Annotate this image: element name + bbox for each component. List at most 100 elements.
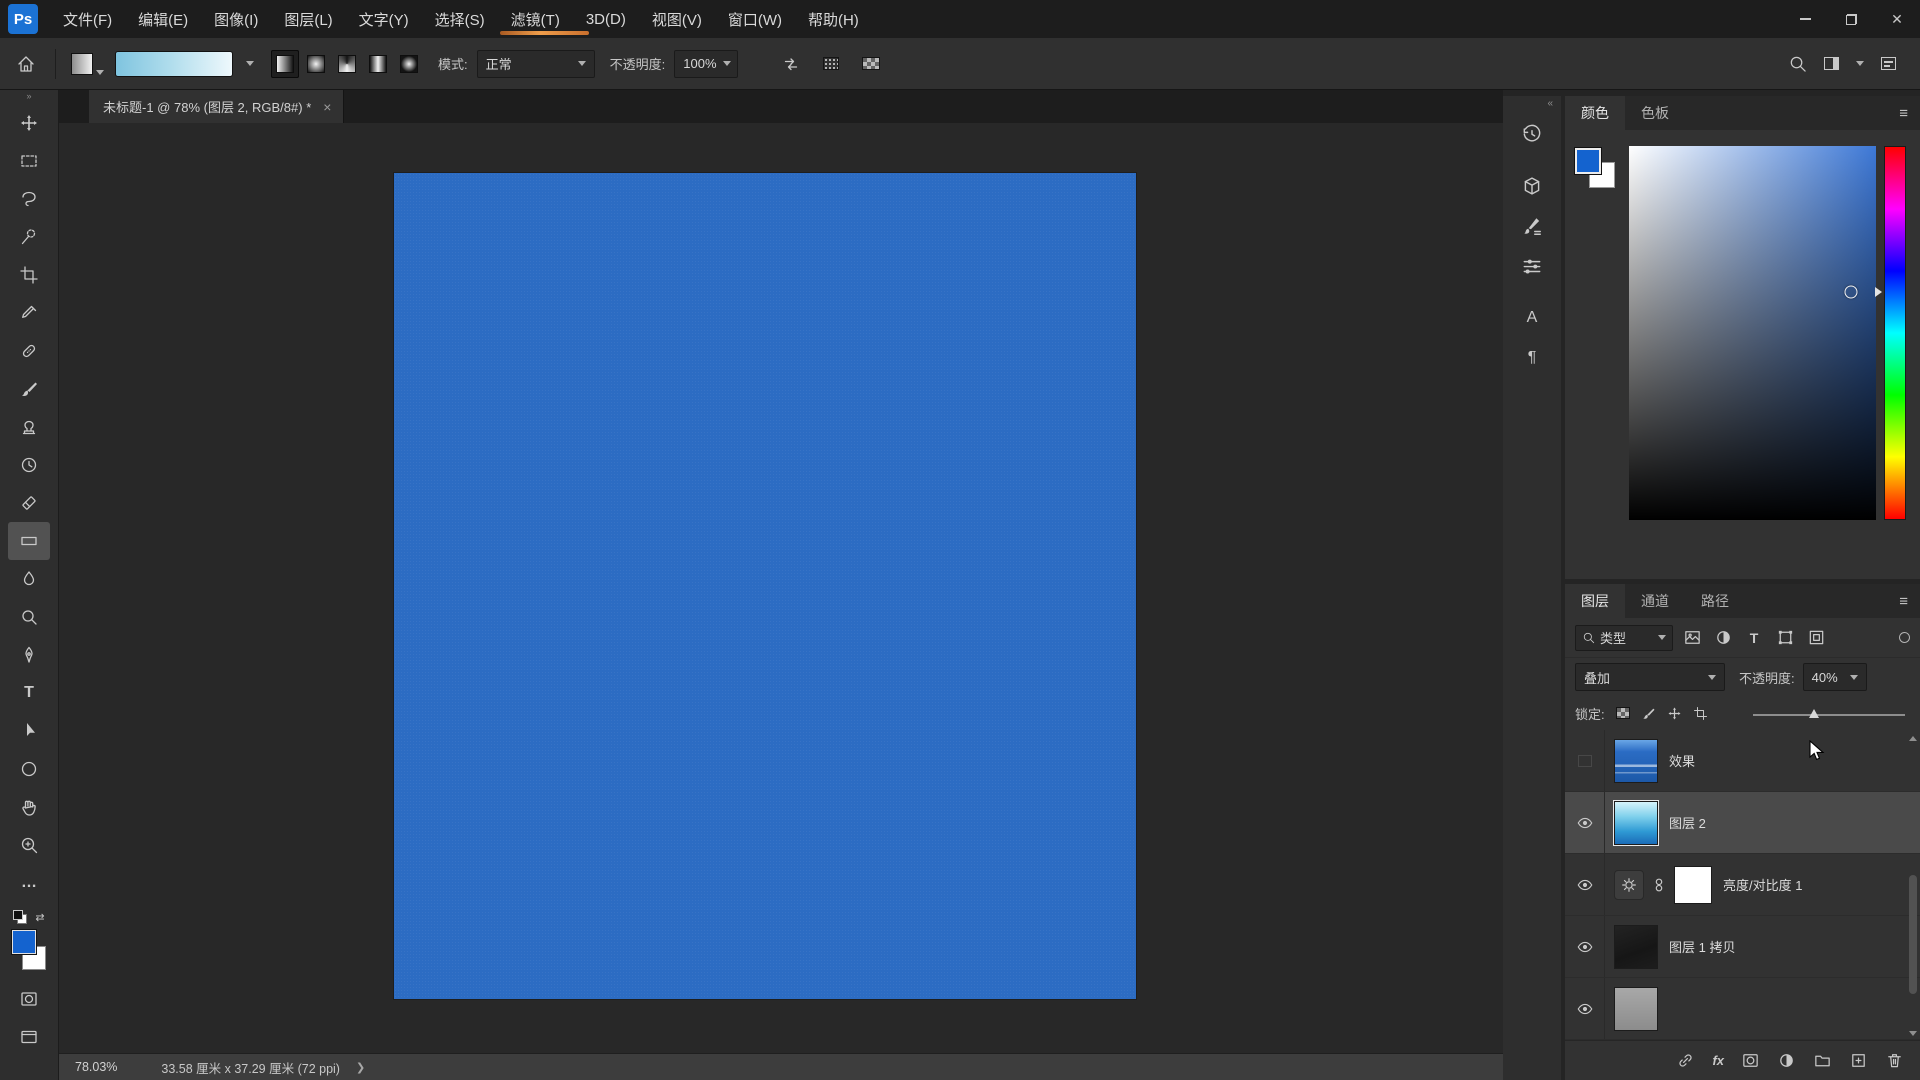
tool-preset-picker[interactable]	[69, 51, 106, 77]
tab-layers[interactable]: 图层	[1565, 584, 1625, 618]
angle-gradient-button[interactable]	[333, 50, 361, 78]
layer-visibility-toggle[interactable]	[1565, 978, 1605, 1039]
transparency-toggle[interactable]	[855, 48, 887, 80]
document-tab[interactable]: 未标题-1 @ 78% (图层 2, RGB/8#) * ×	[89, 90, 344, 123]
ellipse-tool[interactable]	[8, 750, 50, 788]
gradient-tool[interactable]	[8, 522, 50, 560]
blend-mode-select[interactable]: 正常	[477, 50, 595, 78]
hue-slider[interactable]	[1884, 146, 1906, 520]
scroll-down-icon[interactable]	[1909, 1031, 1917, 1036]
path-selection-tool[interactable]	[8, 712, 50, 750]
layers-opacity-slider-thumb[interactable]	[1809, 709, 1819, 718]
marquee-tool[interactable]	[8, 142, 50, 180]
add-layer-mask-button[interactable]	[1741, 1051, 1760, 1070]
filter-smart-objects-button[interactable]	[1804, 626, 1828, 650]
home-button[interactable]	[10, 48, 42, 80]
eyedropper-tool[interactable]	[8, 294, 50, 332]
pen-tool[interactable]	[8, 636, 50, 674]
layer-visibility-toggle[interactable]	[1565, 730, 1605, 791]
screen-mode-button[interactable]	[8, 1018, 50, 1056]
hand-tool[interactable]	[8, 788, 50, 826]
menu-edit[interactable]: 编辑(E)	[125, 0, 201, 38]
minimize-button[interactable]	[1782, 0, 1828, 38]
filter-pixel-layers-button[interactable]	[1680, 626, 1704, 650]
radial-gradient-button[interactable]	[302, 50, 330, 78]
layer-row-layer1-copy[interactable]: 图层 1 拷贝	[1565, 916, 1920, 978]
expand-panels-icon[interactable]: «	[1503, 96, 1561, 114]
reverse-toggle[interactable]	[775, 48, 807, 80]
move-tool[interactable]	[8, 104, 50, 142]
eraser-tool[interactable]	[8, 484, 50, 522]
workspace-switcher-icon[interactable]	[1881, 57, 1896, 70]
reflected-gradient-button[interactable]	[364, 50, 392, 78]
filter-type-layers-button[interactable]: T	[1742, 626, 1766, 650]
tab-paths[interactable]: 路径	[1685, 584, 1745, 618]
layer-thumbnail[interactable]	[1614, 925, 1658, 969]
status-options-chevron[interactable]: ❯	[356, 1061, 365, 1074]
layer-blend-mode-select[interactable]: 叠加	[1575, 663, 1725, 691]
new-adjustment-layer-button[interactable]	[1777, 1051, 1796, 1070]
edit-toolbar-button[interactable]: …	[8, 864, 50, 902]
scrollbar-track[interactable]	[1909, 744, 1917, 1028]
dodge-tool[interactable]	[8, 598, 50, 636]
history-brush-tool[interactable]	[8, 446, 50, 484]
layer-visibility-toggle[interactable]	[1565, 854, 1605, 915]
layer-row-effects[interactable]: 效果	[1565, 730, 1920, 792]
menu-filter[interactable]: 滤镜(T)	[498, 0, 573, 38]
toolbar-expand-icon[interactable]: »	[0, 90, 58, 104]
panel-layout-icon[interactable]	[1824, 57, 1839, 70]
menu-3d[interactable]: 3D(D)	[573, 0, 639, 38]
scroll-up-icon[interactable]	[1909, 736, 1917, 741]
tab-color[interactable]: 颜色	[1565, 96, 1625, 130]
opacity-slider-track[interactable]	[1753, 714, 1905, 716]
saturation-brightness-field[interactable]	[1629, 146, 1876, 520]
hue-slider-marker[interactable]	[1875, 287, 1882, 297]
panel-history-button[interactable]	[1512, 114, 1552, 154]
menu-select[interactable]: 选择(S)	[422, 0, 498, 38]
link-layers-button[interactable]	[1676, 1051, 1695, 1070]
lock-artboard-button[interactable]	[1693, 706, 1708, 721]
new-group-button[interactable]	[1813, 1051, 1832, 1070]
filter-shape-layers-button[interactable]	[1773, 626, 1797, 650]
opacity-slider[interactable]	[1753, 709, 1905, 721]
healing-brush-tool[interactable]	[8, 332, 50, 370]
menu-layer[interactable]: 图层(L)	[271, 0, 345, 38]
quick-selection-tool[interactable]	[8, 218, 50, 256]
foreground-color-swatch[interactable]	[1575, 148, 1601, 174]
layer-row-partial[interactable]	[1565, 978, 1920, 1040]
tab-channels[interactable]: 通道	[1625, 584, 1685, 618]
layer-thumbnail[interactable]	[1614, 739, 1658, 783]
layer-opacity-select[interactable]: 40%	[1803, 663, 1867, 691]
layer-visibility-toggle[interactable]	[1565, 916, 1605, 977]
mask-link-icon[interactable]	[1653, 876, 1665, 894]
menu-file[interactable]: 文件(F)	[50, 0, 125, 38]
panel-brush-settings-button[interactable]	[1512, 206, 1552, 246]
delete-layer-button[interactable]	[1885, 1051, 1904, 1070]
layer-visibility-toggle[interactable]	[1565, 792, 1605, 853]
layer-filter-select[interactable]: 类型	[1575, 625, 1673, 651]
clone-stamp-tool[interactable]	[8, 408, 50, 446]
panel-paragraph-button[interactable]: ¶	[1512, 338, 1552, 378]
zoom-tool[interactable]	[8, 826, 50, 864]
chevron-down-icon[interactable]	[1856, 61, 1864, 66]
filter-on-off-toggle[interactable]	[1899, 632, 1910, 643]
panel-menu-icon[interactable]: ≡	[1899, 584, 1920, 618]
lock-position-button[interactable]	[1667, 706, 1682, 721]
layers-scrollbar[interactable]	[1907, 734, 1919, 1038]
layer-name[interactable]: 效果	[1669, 751, 1695, 770]
zoom-level-field[interactable]: 78.03%	[75, 1060, 117, 1074]
panel-character-button[interactable]: A	[1512, 298, 1552, 338]
close-button[interactable]: ✕	[1874, 0, 1920, 38]
menu-image[interactable]: 图像(I)	[201, 0, 271, 38]
restore-button[interactable]	[1828, 0, 1874, 38]
opacity-select[interactable]: 100%	[674, 50, 738, 78]
scrollbar-thumb[interactable]	[1909, 875, 1917, 994]
adjustment-layer-icon[interactable]	[1614, 870, 1644, 900]
canvas[interactable]	[394, 173, 1136, 999]
panel-menu-icon[interactable]: ≡	[1899, 96, 1920, 130]
layer-name[interactable]: 图层 1 拷贝	[1669, 937, 1735, 956]
lock-transparent-pixels-button[interactable]	[1616, 707, 1630, 719]
dither-toggle[interactable]	[815, 48, 847, 80]
layer-thumbnail[interactable]	[1614, 987, 1658, 1031]
search-icon[interactable]	[1788, 54, 1807, 73]
